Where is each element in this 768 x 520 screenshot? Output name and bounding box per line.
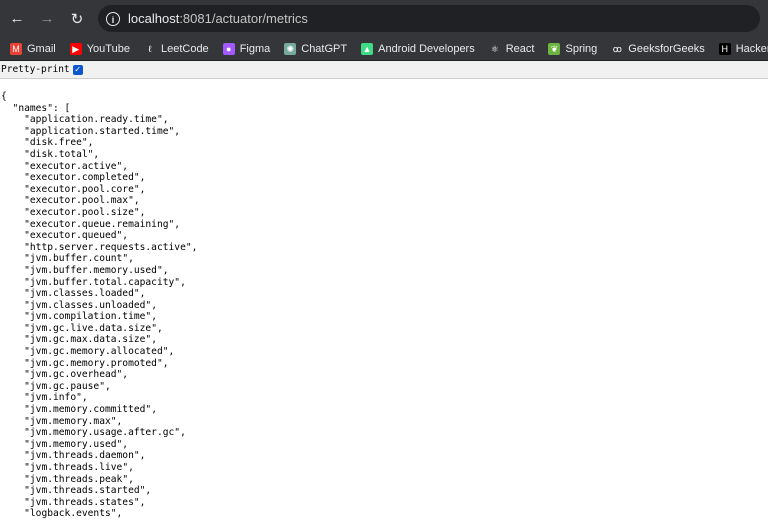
browser-toolbar: ← → ↻ i localhost:8081/actuator/metrics xyxy=(0,0,768,37)
bookmark-label: Gmail xyxy=(27,42,56,55)
metric-name: disk.total xyxy=(29,148,88,160)
metric-name: jvm.gc.memory.promoted xyxy=(29,357,157,369)
metric-name: jvm.gc.overhead xyxy=(29,369,117,381)
metric-name: jvm.buffer.memory.used xyxy=(29,264,157,276)
metric-name: executor.completed xyxy=(29,172,134,184)
bookmark-youtube[interactable]: ▶ YouTube xyxy=(69,42,130,55)
metric-name: jvm.memory.max xyxy=(29,415,111,427)
metric-name: jvm.threads.started xyxy=(29,485,140,497)
back-arrow-icon[interactable]: ← xyxy=(2,10,32,27)
metric-name: jvm.buffer.count xyxy=(29,253,123,265)
leetcode-icon: ℓ xyxy=(143,42,156,55)
hackerrank-icon: H xyxy=(718,42,731,55)
metric-name: jvm.memory.used xyxy=(29,438,117,450)
metric-name: executor.queued xyxy=(29,230,117,242)
json-open-brace: { xyxy=(1,91,7,102)
metric-name: jvm.info xyxy=(29,392,77,404)
pretty-print-label: Pretty-print xyxy=(1,64,70,75)
metric-name: jvm.gc.pause xyxy=(29,380,100,392)
metric-name: jvm.gc.max.data.size xyxy=(29,334,146,346)
metric-name: jvm.classes.unloaded xyxy=(29,299,146,311)
bookmark-label: HackerRank xyxy=(735,42,768,55)
address-bar[interactable]: i localhost:8081/actuator/metrics xyxy=(98,5,760,32)
bookmark-spring[interactable]: ❦ Spring xyxy=(548,42,598,55)
reload-icon[interactable]: ↻ xyxy=(62,10,92,28)
metric-name: executor.pool.core xyxy=(29,183,134,195)
json-content: { "names": [ "application.ready.time", "… xyxy=(1,91,198,520)
metric-name: executor.active xyxy=(29,160,117,172)
metric-name: jvm.memory.committed xyxy=(29,404,146,416)
metric-name: application.ready.time xyxy=(29,114,157,126)
chatgpt-icon: ✺ xyxy=(284,42,297,55)
pretty-print-checkbox[interactable]: ✓ xyxy=(72,64,83,75)
bookmark-label: YouTube xyxy=(86,42,130,55)
bookmark-label: Android Developers xyxy=(378,42,475,55)
forward-arrow-icon[interactable]: → xyxy=(32,10,62,27)
metric-name: jvm.classes.loaded xyxy=(29,288,134,300)
android-icon: ▲ xyxy=(361,42,374,55)
bookmark-figma[interactable]: ● Figma xyxy=(222,42,271,55)
bookmark-gmail[interactable]: M Gmail xyxy=(10,42,56,55)
metric-name: jvm.threads.peak xyxy=(29,473,123,485)
metric-name: jvm.gc.live.data.size xyxy=(29,322,152,334)
metric-name: jvm.buffer.total.capacity xyxy=(29,276,175,288)
bookmark-label: Spring xyxy=(565,42,598,55)
metric-name: disk.free xyxy=(29,137,82,149)
url-path: :8081/actuator/metrics xyxy=(179,11,308,26)
bookmark-react[interactable]: ⚛ React xyxy=(488,42,535,55)
metric-name: executor.queue.remaining xyxy=(29,218,169,230)
bookmark-geeksforgeeks[interactable]: ꝏ GeeksforGeeks xyxy=(611,42,705,55)
metric-name: jvm.compilation.time xyxy=(29,311,146,323)
youtube-icon: ▶ xyxy=(69,42,82,55)
spring-icon: ❦ xyxy=(548,42,561,55)
bookmark-label: React xyxy=(505,42,535,55)
figma-icon: ● xyxy=(222,42,235,55)
metric-name: jvm.threads.live xyxy=(29,462,123,473)
metric-name: http.server.requests.active xyxy=(29,241,186,253)
pretty-print-bar: Pretty-print ✓ xyxy=(0,61,768,79)
json-key-names: "names": [ xyxy=(1,102,71,114)
bookmark-hackerrank[interactable]: H HackerRank xyxy=(718,42,768,55)
react-icon: ⚛ xyxy=(488,42,501,55)
metric-name: jvm.threads.states xyxy=(29,496,134,508)
metric-name: jvm.memory.usage.after.gc xyxy=(29,427,175,439)
site-info-icon[interactable]: i xyxy=(106,11,120,26)
metric-name: executor.pool.max xyxy=(29,195,129,207)
bookmarks-bar: M Gmail ▶ YouTube ℓ LeetCode ● Figma ✺ ChatGPT ▲ An… xyxy=(0,37,768,61)
gfg-icon: ꝏ xyxy=(611,42,624,55)
bookmark-label: GeeksforGeeks xyxy=(628,42,705,55)
bookmark-label: LeetCode xyxy=(160,42,209,55)
metric-name: jvm.threads.daemon xyxy=(29,450,134,462)
url-host: localhost xyxy=(128,11,180,26)
bookmark-label: ChatGPT xyxy=(301,42,348,55)
bookmark-label: Figma xyxy=(239,42,271,55)
metric-name: application.started.time xyxy=(29,125,169,137)
bookmark-leetcode[interactable]: ℓ LeetCode xyxy=(143,42,209,55)
metric-name: jvm.gc.memory.allocated xyxy=(29,346,163,358)
gmail-icon: M xyxy=(10,42,22,55)
metric-name: executor.pool.size xyxy=(29,206,134,218)
bookmark-chatgpt[interactable]: ✺ ChatGPT xyxy=(284,42,348,55)
bookmark-android-developers[interactable]: ▲ Android Developers xyxy=(361,42,475,55)
